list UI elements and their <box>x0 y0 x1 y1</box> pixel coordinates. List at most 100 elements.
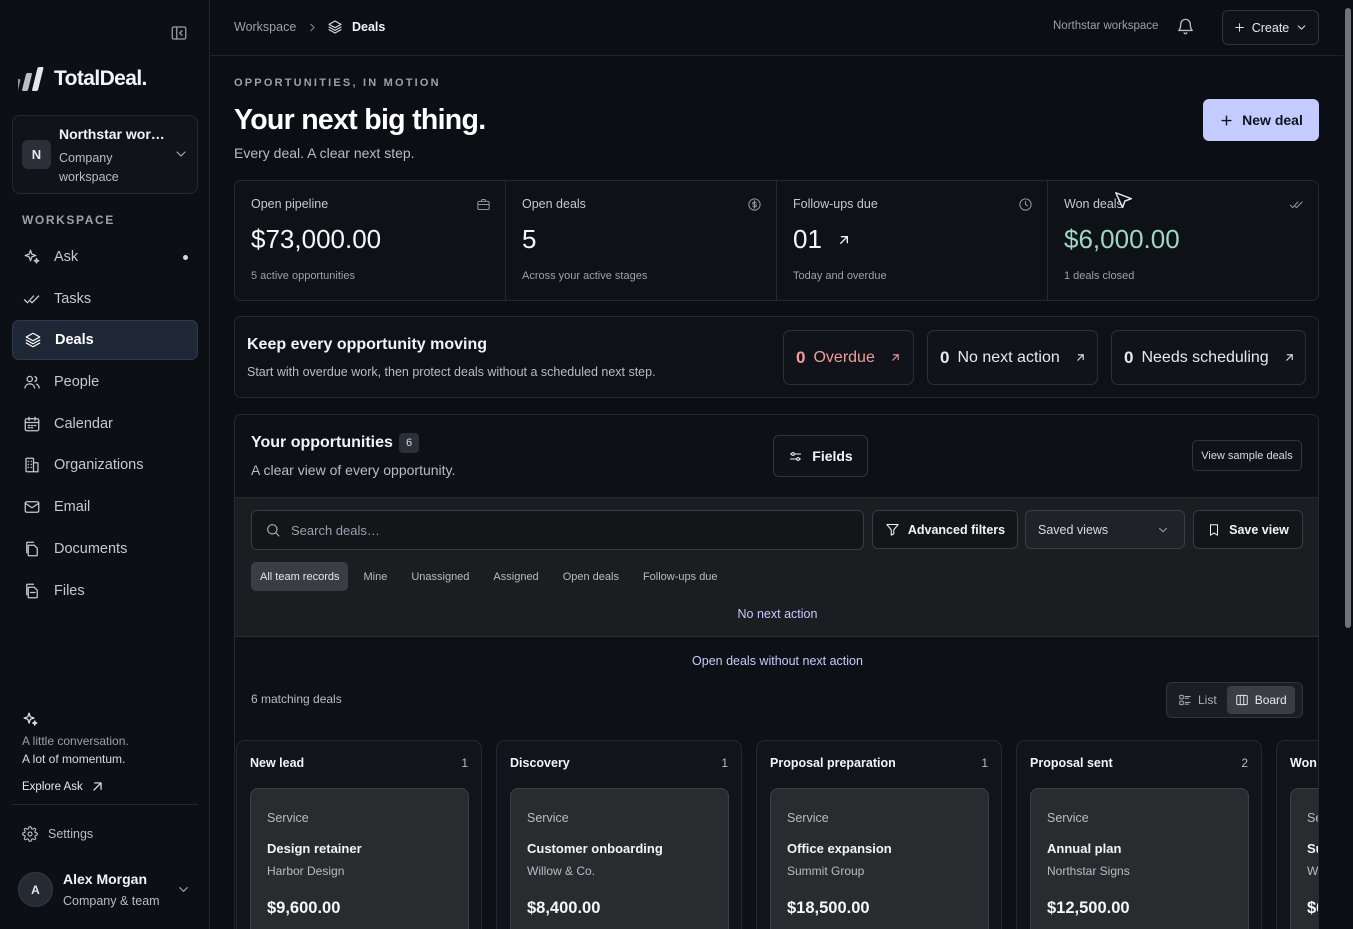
sidebar-item-label: People <box>54 374 100 391</box>
explore-ask-link[interactable]: Explore Ask <box>22 778 192 795</box>
save-view-button[interactable]: Save view <box>1193 510 1303 549</box>
sidebar-item-tasks[interactable]: Tasks <box>12 279 198 319</box>
sidebar-section-label: WORKSPACE <box>22 213 115 227</box>
stat-open-pipeline: Open pipeline $73,000.00 5 active opport… <box>235 181 506 300</box>
brand-bars-icon <box>18 67 44 91</box>
filter-tabs: All team records Mine Unassigned Assigne… <box>251 562 727 591</box>
fields-label: Fields <box>812 448 853 464</box>
filter-unassigned[interactable]: Unassigned <box>402 562 478 591</box>
stat-value: 5 <box>522 224 537 254</box>
active-filter-note[interactable]: No next action <box>235 607 1318 621</box>
sparkle-icon <box>22 711 192 728</box>
column-count: 1 <box>721 756 728 770</box>
save-view-label: Save view <box>1229 522 1289 537</box>
deal-card[interactable]: Se Su W $6 <box>1290 788 1318 929</box>
no-next-action-chip[interactable]: 0 No next action <box>927 330 1098 385</box>
stat-value: $6,000.00 <box>1064 224 1180 254</box>
layers-icon <box>23 330 43 350</box>
sidebar-item-label: Ask <box>54 249 79 265</box>
sidebar-item-ask[interactable]: Ask <box>12 237 198 277</box>
fields-button[interactable]: Fields <box>773 435 868 477</box>
deal-title: Design retainer <box>267 841 362 856</box>
deal-organization: Harbor Design <box>267 864 345 878</box>
workspace-switcher[interactable]: N Northstar wor… Company workspace <box>12 115 198 194</box>
breadcrumb-workspace[interactable]: Workspace <box>234 20 296 34</box>
overdue-chip[interactable]: 0 Overdue <box>783 330 914 385</box>
settings-label: Settings <box>48 827 94 841</box>
topbar: Workspace Deals Northstar workspace Crea… <box>210 0 1343 56</box>
sidebar-item-label: Files <box>54 582 85 599</box>
column-title: Won <box>1290 756 1317 770</box>
saved-views-select[interactable]: Saved views <box>1025 510 1185 549</box>
board-label: Board <box>1254 693 1287 707</box>
search-icon <box>265 522 281 538</box>
sidebar-collapse-icon[interactable] <box>170 24 192 46</box>
chevron-right-icon <box>306 21 319 34</box>
board-view-button[interactable]: Board <box>1226 686 1295 714</box>
chip-label: No next action <box>957 348 1060 366</box>
view-toggle: List Board <box>1166 682 1303 718</box>
search-input[interactable] <box>291 522 851 538</box>
deal-card[interactable]: Service Office expansion Summit Group $1… <box>770 788 989 929</box>
chip-count: 0 <box>1124 347 1134 367</box>
open-deals-without-next-action-link[interactable]: Open deals without next action <box>235 654 1318 668</box>
filter-follow-ups-due[interactable]: Follow-ups due <box>634 562 727 591</box>
filter-mine[interactable]: Mine <box>354 562 396 591</box>
sidebar-nav: Ask Tasks Deals People Calendar Organiza… <box>12 237 198 612</box>
deal-card[interactable]: Service Design retainer Harbor Design $9… <box>250 788 469 929</box>
column-count: 1 <box>981 756 988 770</box>
search-box[interactable] <box>251 510 864 550</box>
sidebar-item-label: Documents <box>54 540 128 557</box>
column-count: 2 <box>1241 756 1248 770</box>
stat-won-deals: Won deals $6,000.00 1 deals closed <box>1048 181 1318 300</box>
advanced-filters-button[interactable]: Advanced filters <box>872 510 1018 549</box>
stat-label: Open deals <box>522 197 586 211</box>
deal-card[interactable]: Service Annual plan Northstar Signs $12,… <box>1030 788 1249 929</box>
building-icon <box>22 455 42 475</box>
view-sample-deals-button[interactable]: View sample deals <box>1192 440 1302 471</box>
sidebar-item-email[interactable]: Email <box>12 487 198 527</box>
chip-count: 0 <box>940 347 950 367</box>
new-deal-button[interactable]: New deal <box>1203 99 1319 141</box>
needs-scheduling-chip[interactable]: 0 Needs scheduling <box>1111 330 1306 385</box>
create-button[interactable]: Create <box>1222 10 1319 45</box>
deal-amount: $18,500.00 <box>787 899 870 917</box>
documents-icon <box>22 539 42 559</box>
breadcrumb-current: Deals <box>352 20 386 34</box>
advanced-filters-label: Advanced filters <box>907 522 1006 537</box>
list-view-button[interactable]: List <box>1170 686 1225 714</box>
mail-icon <box>22 497 42 517</box>
filter-assigned[interactable]: Assigned <box>484 562 547 591</box>
brand-logo[interactable]: TotalDeal. <box>18 66 147 92</box>
sidebar-item-deals[interactable]: Deals <box>12 320 198 361</box>
deal-card[interactable]: Service Customer onboarding Willow & Co.… <box>510 788 729 929</box>
column-title: Discovery <box>510 756 570 770</box>
stat-follow-ups[interactable]: Follow-ups due 01 Today and overdue <box>777 181 1048 300</box>
deal-amount: $9,600.00 <box>267 899 341 917</box>
deal-amount: $6 <box>1307 899 1318 917</box>
momentum-subtitle: Start with overdue work, then protect de… <box>247 365 656 379</box>
arrow-up-right-icon <box>1277 351 1296 364</box>
sidebar-item-documents[interactable]: Documents <box>12 529 198 569</box>
unread-dot <box>183 255 188 260</box>
user-menu[interactable]: A Alex Morgan Company & team <box>18 870 198 910</box>
filter-open-deals[interactable]: Open deals <box>554 562 628 591</box>
scrollbar-thumb[interactable] <box>1345 8 1351 628</box>
deal-title: Customer onboarding <box>527 841 663 856</box>
settings-link[interactable]: Settings <box>22 826 93 842</box>
sidebar-item-organizations[interactable]: Organizations <box>12 445 198 485</box>
matching-count: 6 matching deals <box>251 692 342 706</box>
board-column-new-lead: New lead 1 Service Design retainer Harbo… <box>236 740 482 929</box>
chevron-down-icon <box>176 882 191 897</box>
sidebar-item-files[interactable]: Files <box>12 571 198 611</box>
list-label: List <box>1198 693 1217 707</box>
filter-all-team-records[interactable]: All team records <box>251 562 349 591</box>
page-scrollbar[interactable] <box>1343 0 1353 929</box>
sidebar-item-calendar[interactable]: Calendar <box>12 404 198 444</box>
bell-icon[interactable] <box>1176 17 1195 36</box>
sidebar-item-people[interactable]: People <box>12 362 198 402</box>
users-icon <box>22 372 42 392</box>
chip-label: Needs scheduling <box>1141 348 1269 366</box>
chevron-down-icon <box>1295 21 1308 34</box>
stat-open-deals: Open deals 5 Across your active stages <box>506 181 777 300</box>
